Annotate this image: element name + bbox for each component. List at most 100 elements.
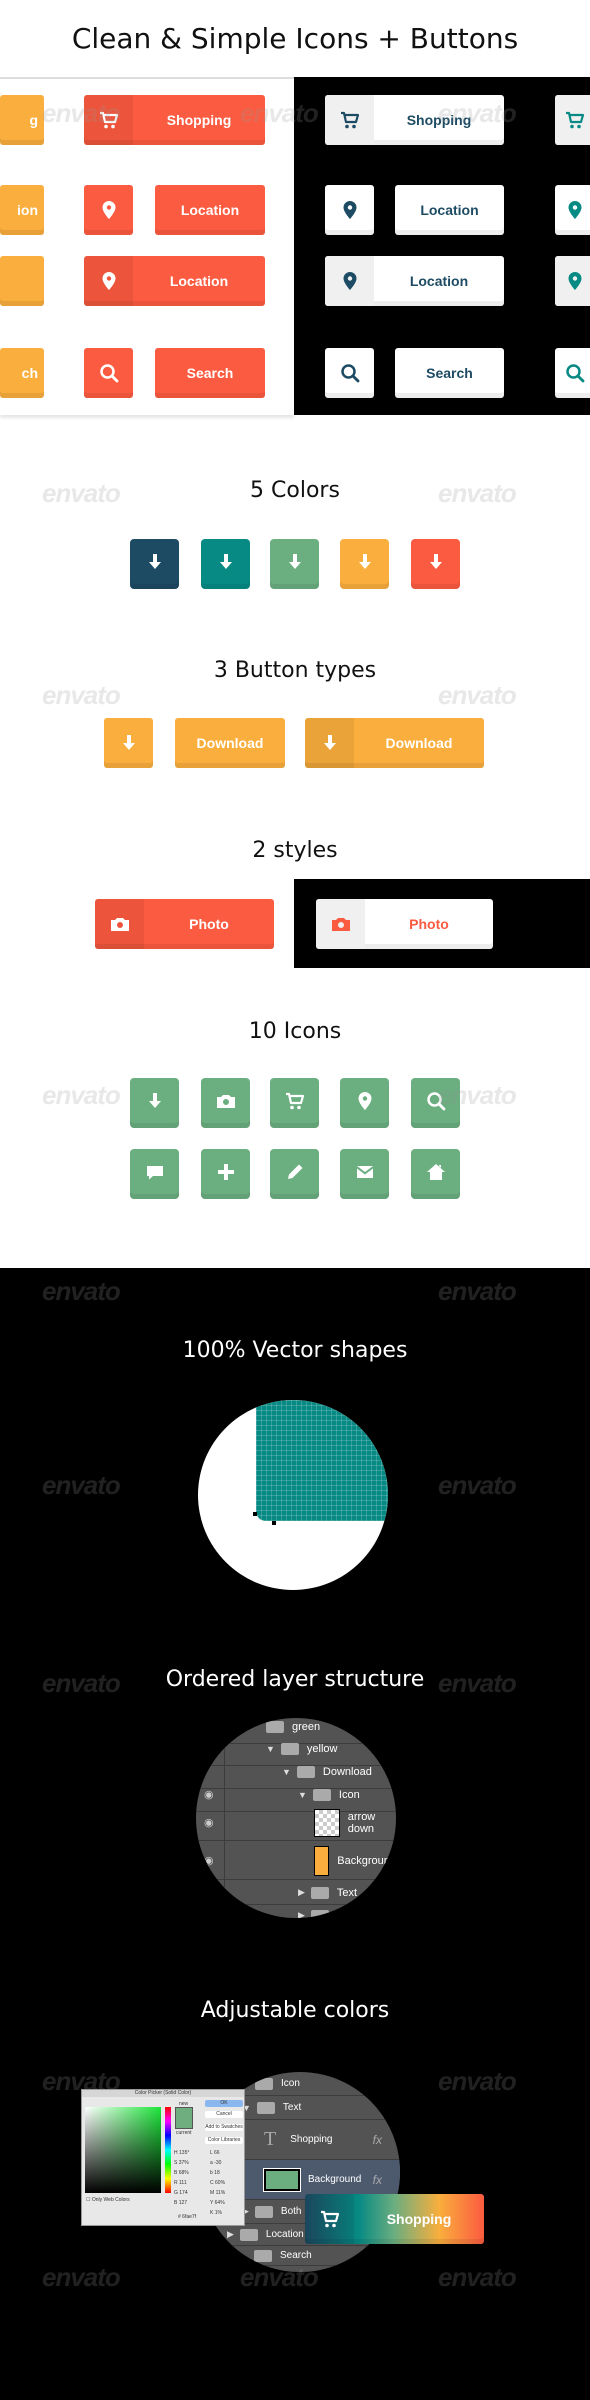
layer-row[interactable]: ◉ arrow down xyxy=(196,1805,396,1841)
color-field[interactable] xyxy=(85,2107,161,2193)
location-text-button[interactable]: Location xyxy=(155,185,265,235)
pin-icon xyxy=(325,185,374,235)
search-text-button-white[interactable]: Search xyxy=(395,348,504,398)
ok-button[interactable]: OK xyxy=(205,2100,243,2107)
location-text-button-white[interactable]: Location xyxy=(395,185,504,235)
layer-name: Location xyxy=(265,2229,304,2240)
orange-download-button[interactable] xyxy=(340,539,389,589)
layer-name: Both xyxy=(336,1909,360,1919)
teal-partial-button[interactable] xyxy=(555,95,590,145)
icon-tile-cart[interactable] xyxy=(270,1078,319,1128)
orange-partial-button[interactable]: g xyxy=(0,95,44,145)
color-swatch xyxy=(175,2107,193,2129)
layer-row[interactable]: ▶ Text xyxy=(196,1881,396,1905)
gradient-shopping-button[interactable]: Shopping xyxy=(305,2194,484,2244)
download-text-button[interactable]: Download xyxy=(175,718,285,768)
watermark: envato xyxy=(240,2262,319,2292)
photo-button-white[interactable]: Photo xyxy=(316,899,493,949)
cancel-button[interactable]: Cancel xyxy=(205,2111,243,2118)
expand-triangle-icon[interactable]: ▼ xyxy=(282,1767,291,1777)
lab-cmyk-fields[interactable]: L 66 a -30 b 18 C 60% M 11% Y 64% K 1% xyxy=(210,2148,225,2218)
vector-shape-corner xyxy=(256,1400,388,1521)
arrow-down-icon xyxy=(214,550,238,579)
anchor-point xyxy=(253,1512,257,1516)
collapse-triangle-icon[interactable]: ▶ xyxy=(298,1910,305,1918)
search-text-button[interactable]: Search xyxy=(155,348,265,398)
layer-name: green xyxy=(292,1720,321,1733)
layer-name: Shopping xyxy=(290,2134,333,2145)
collapse-triangle-icon[interactable]: ▶ xyxy=(227,2229,234,2240)
icon-tile-chat[interactable] xyxy=(130,1149,179,1199)
download-icon-button[interactable] xyxy=(104,718,153,768)
icon-tile-home[interactable] xyxy=(411,1149,460,1199)
eye-icon[interactable]: ◉ xyxy=(204,1788,214,1801)
hue-slider[interactable] xyxy=(165,2107,171,2193)
cart-icon xyxy=(555,95,590,145)
cart-icon xyxy=(305,2194,354,2244)
hex-field[interactable]: # 6fae7f xyxy=(178,2214,196,2220)
download-combo-button[interactable]: Download xyxy=(305,718,484,768)
pin-icon xyxy=(84,185,133,235)
icon-tile-camera[interactable] xyxy=(201,1078,250,1128)
icon-tile-pencil[interactable] xyxy=(270,1149,319,1199)
arrow-down-icon xyxy=(104,718,153,768)
search-icon-button[interactable] xyxy=(84,348,133,398)
layer-name: Background xyxy=(308,2174,362,2185)
red-download-button[interactable] xyxy=(411,539,460,589)
arrow-down-icon xyxy=(143,550,167,579)
section-title-vector: 100% Vector shapes xyxy=(182,1338,408,1363)
section-title-styles: 2 styles xyxy=(252,838,338,863)
layer-row[interactable]: ▶ Both xyxy=(196,1904,396,1918)
button-label: Shopping xyxy=(386,2211,452,2227)
watermark: envato xyxy=(438,1668,517,1698)
location-icon-button-white[interactable] xyxy=(325,185,374,235)
teal-download-button[interactable] xyxy=(201,539,250,589)
orange-partial-button[interactable]: ch xyxy=(0,348,44,398)
folder-icon xyxy=(256,2101,275,2114)
icon-tile-mail[interactable] xyxy=(340,1149,389,1199)
button-label: Location xyxy=(169,273,229,289)
add-to-swatches-button[interactable]: Add to Swatches xyxy=(205,2124,243,2131)
expand-triangle-icon[interactable]: ▼ xyxy=(266,1744,275,1754)
layer-name: Both xyxy=(280,2206,302,2217)
icon-tile-pin[interactable] xyxy=(340,1078,389,1128)
green-download-button[interactable] xyxy=(270,539,319,589)
color-libraries-button[interactable]: Color Libraries xyxy=(205,2137,243,2144)
icon-tile-plus[interactable] xyxy=(201,1149,250,1199)
fx-icon[interactable]: fx xyxy=(373,2133,382,2147)
teal-partial-button[interactable] xyxy=(555,185,590,235)
photo-button-red[interactable]: Photo xyxy=(95,899,274,949)
anchor-point xyxy=(272,1521,276,1525)
watermark: envato xyxy=(240,98,319,128)
location-icon-button[interactable] xyxy=(84,185,133,235)
layer-name: Text xyxy=(336,1886,358,1899)
layer-name: Icon xyxy=(338,1788,360,1801)
web-colors-checkbox[interactable]: ☐ Only Web Colors xyxy=(86,2197,130,2203)
eye-icon[interactable]: ◉ xyxy=(204,1816,214,1829)
watermark: envato xyxy=(42,1080,121,1110)
teal-partial-button[interactable] xyxy=(555,256,590,306)
watermark: envato xyxy=(42,2262,121,2292)
layer-thumbnail xyxy=(263,2167,301,2192)
pin-icon xyxy=(555,256,590,306)
location-button-white[interactable]: Location xyxy=(325,256,504,306)
layer-row[interactable]: ◉ Background xyxy=(196,1842,396,1880)
icon-tile-download[interactable] xyxy=(130,1078,179,1128)
dark-blue-download-button[interactable] xyxy=(130,539,179,589)
collapse-triangle-icon[interactable]: ▶ xyxy=(298,1887,305,1898)
search-icon-button-white[interactable] xyxy=(325,348,374,398)
folder-icon xyxy=(254,2205,273,2218)
location-button[interactable]: Location xyxy=(84,256,265,306)
watermark: envato xyxy=(438,2262,517,2292)
arrow-down-icon xyxy=(283,550,307,579)
fx-icon[interactable]: fx xyxy=(373,2173,382,2187)
watermark: envato xyxy=(42,2066,121,2096)
pencil-icon xyxy=(283,1160,307,1189)
teal-partial-button[interactable] xyxy=(555,348,590,398)
orange-partial-button[interactable]: ion xyxy=(0,185,44,235)
watermark: envato xyxy=(42,1668,121,1698)
orange-partial-button[interactable] xyxy=(0,256,44,306)
expand-triangle-icon[interactable]: ▼ xyxy=(298,1790,307,1800)
eye-icon[interactable]: ◉ xyxy=(204,1854,214,1867)
hsb-rgb-fields[interactable]: H 135° S 37% B 68% R 111 G 174 B 127 xyxy=(174,2148,189,2208)
